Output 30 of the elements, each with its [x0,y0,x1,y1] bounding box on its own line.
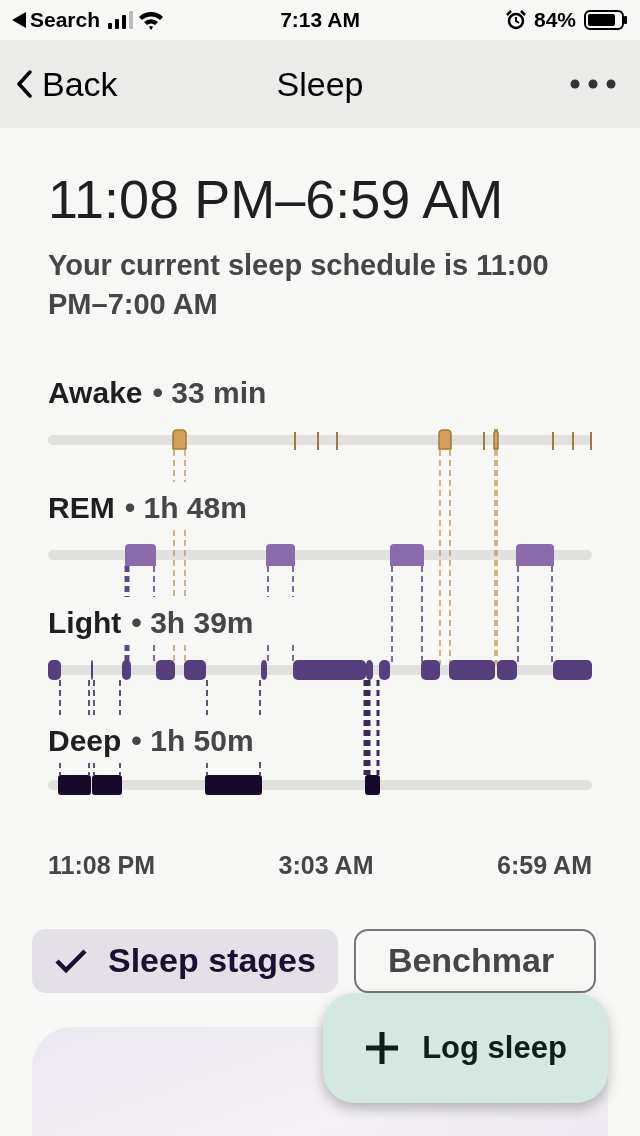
wifi-icon [138,10,165,30]
time-axis-label: 3:03 AM [278,850,374,881]
back-triangle-icon[interactable] [12,12,26,28]
screen-title: Sleep [276,63,364,105]
stage-duration: • 33 min [152,375,267,411]
log-sleep-button[interactable]: Log sleep [323,993,608,1103]
more-icon[interactable] [570,79,616,89]
sleep-schedule-text: Your current sleep schedule is 11:00 PM–7:00 AM [48,248,550,322]
alarm-icon [505,10,526,30]
stage-name: Light [48,605,122,641]
time-axis-label: 11:08 PM [48,850,155,881]
stage-duration: • 3h 39m [131,605,254,641]
stage-name: Awake [48,375,143,411]
back-app-label[interactable]: Search [30,4,101,36]
stage-name: Deep [48,723,122,759]
time-axis-label: 6:59 AM [497,850,592,881]
signal-icon [108,11,135,29]
stage-duration: • 1h 48m [124,490,247,526]
check-icon [54,947,88,974]
back-button[interactable]: Back [16,58,216,110]
filter-chip[interactable]: Sleep stages [32,928,338,993]
battery-icon [584,10,628,30]
battery-percent: 84% [533,7,576,34]
chevron-left-icon [16,70,32,98]
sleep-time-range: 11:08 PM–6:59 AM [48,168,505,231]
clock-time: 7:13 AM [280,7,360,34]
filter-chip[interactable]: Benchmar [353,928,597,993]
stage-duration: • 1h 50m [131,723,254,759]
stage-name: REM [48,490,115,526]
plus-icon [364,1030,401,1066]
